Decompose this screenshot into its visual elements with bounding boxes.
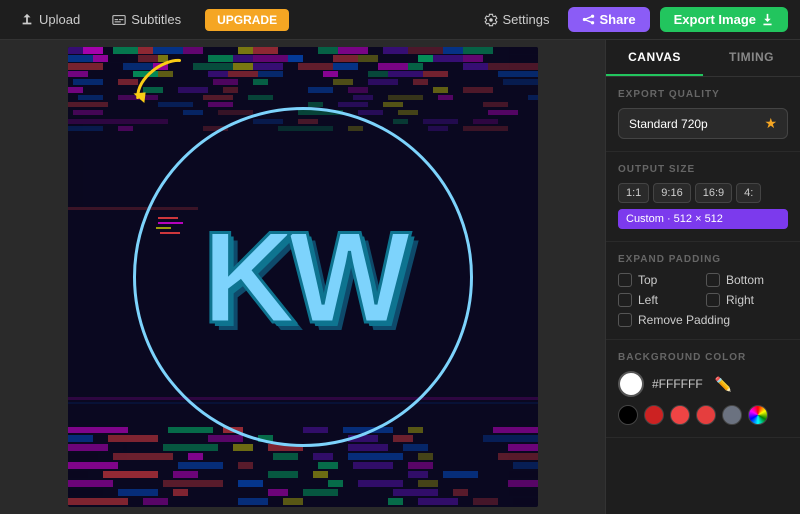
export-quality-section: EXPORT QUALITY Standard 720p ★ xyxy=(606,77,800,152)
settings-icon xyxy=(484,13,498,27)
topbar-right: Settings Share Export Image xyxy=(476,7,788,32)
bg-color-swatch[interactable] xyxy=(618,371,644,397)
upgrade-button[interactable]: UPGRADE xyxy=(205,9,289,31)
export-icon xyxy=(761,13,774,26)
size-9-16[interactable]: 9:16 xyxy=(653,183,690,203)
settings-button[interactable]: Settings xyxy=(476,8,558,31)
settings-label: Settings xyxy=(503,12,550,27)
right-panel: CANVAS TIMING EXPORT QUALITY Standard 72… xyxy=(605,40,800,514)
export-label: Export Image xyxy=(674,12,756,27)
quality-selector[interactable]: Standard 720p ★ xyxy=(618,108,788,139)
panel-tabs: CANVAS TIMING xyxy=(606,40,800,77)
size-16-9[interactable]: 16:9 xyxy=(695,183,732,203)
preset-black[interactable] xyxy=(618,405,638,425)
color-presets xyxy=(618,405,788,425)
subtitles-button[interactable]: Subtitles xyxy=(104,8,189,31)
export-button[interactable]: Export Image xyxy=(660,7,788,32)
share-button[interactable]: Share xyxy=(568,7,650,32)
size-custom[interactable]: Custom · 512 × 512 xyxy=(618,209,788,229)
expand-bottom-checkbox[interactable] xyxy=(706,273,720,287)
upload-icon xyxy=(20,13,34,27)
quality-star: ★ xyxy=(764,115,777,132)
share-icon xyxy=(582,13,595,26)
tab-timing[interactable]: TIMING xyxy=(703,40,800,76)
expand-top-checkbox[interactable] xyxy=(618,273,632,287)
preset-red-dark[interactable] xyxy=(644,405,664,425)
expand-right[interactable]: Right xyxy=(706,293,788,307)
preset-gradient[interactable] xyxy=(748,405,768,425)
size-options: 1:1 9:16 16:9 4: xyxy=(618,183,788,203)
bg-color-label: BACKGROUND COLOR xyxy=(618,352,788,363)
expand-grid: Top Bottom Left Right xyxy=(618,273,788,307)
subtitles-label: Subtitles xyxy=(131,12,181,27)
expand-bottom[interactable]: Bottom xyxy=(706,273,788,287)
export-quality-label: EXPORT QUALITY xyxy=(618,89,788,100)
output-size-label: OUTPUT SIZE xyxy=(618,164,788,175)
expand-top[interactable]: Top xyxy=(618,273,700,287)
size-1-1[interactable]: 1:1 xyxy=(618,183,649,203)
topbar: Upload Subtitles UPGRADE Settings xyxy=(0,0,800,40)
preset-red[interactable] xyxy=(670,405,690,425)
upload-label: Upload xyxy=(39,12,80,27)
remove-padding-label: Remove Padding xyxy=(638,313,730,327)
output-size-section: OUTPUT SIZE 1:1 9:16 16:9 4: Custom · 51… xyxy=(606,152,800,242)
expand-left[interactable]: Left xyxy=(618,293,700,307)
bg-color-hex: #FFFFFF xyxy=(652,377,703,391)
remove-padding-checkbox[interactable] xyxy=(618,313,632,327)
upload-button[interactable]: Upload xyxy=(12,8,88,31)
kw-text: KW xyxy=(202,202,403,352)
expand-right-checkbox[interactable] xyxy=(706,293,720,307)
subtitles-icon xyxy=(112,13,126,27)
tab-canvas[interactable]: CANVAS xyxy=(606,40,703,76)
expand-top-label: Top xyxy=(638,273,657,287)
preset-gray[interactable] xyxy=(722,405,742,425)
topbar-left: Upload Subtitles UPGRADE xyxy=(12,8,476,31)
share-label: Share xyxy=(600,12,636,27)
size-4x[interactable]: 4: xyxy=(736,183,761,203)
expand-padding-section: EXPAND PADDING Top Bottom Left Right xyxy=(606,242,800,340)
canvas-area: KW xyxy=(0,40,605,514)
expand-left-checkbox[interactable] xyxy=(618,293,632,307)
expand-padding-label: EXPAND PADDING xyxy=(618,254,788,265)
bg-color-picker: #FFFFFF ✏️ xyxy=(618,371,788,397)
main: KW CANVAS TIMING EXPORT QUALITY Standard… xyxy=(0,40,800,514)
eyedropper-icon[interactable]: ✏️ xyxy=(715,376,732,393)
expand-left-label: Left xyxy=(638,293,658,307)
remove-padding[interactable]: Remove Padding xyxy=(618,313,788,327)
expand-right-label: Right xyxy=(726,293,754,307)
preset-red2[interactable] xyxy=(696,405,716,425)
bg-color-section: BACKGROUND COLOR #FFFFFF ✏️ xyxy=(606,340,800,438)
expand-bottom-label: Bottom xyxy=(726,273,764,287)
quality-value: Standard 720p xyxy=(629,117,708,131)
